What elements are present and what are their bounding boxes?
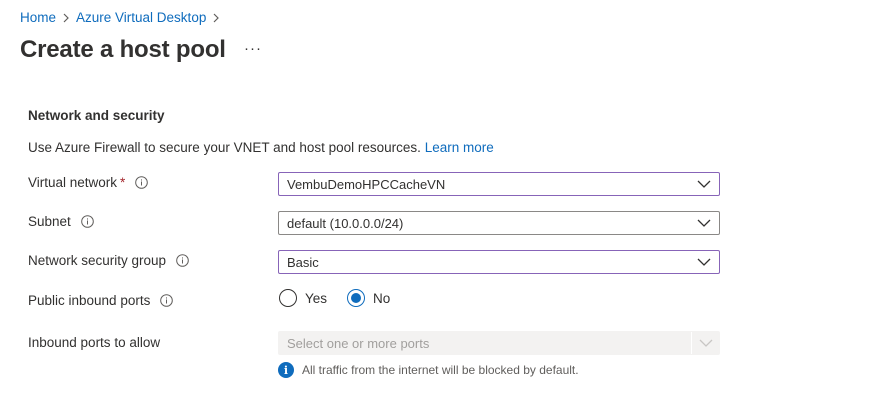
nsg-label: Network security group [28, 253, 167, 268]
info-icon[interactable] [80, 215, 94, 228]
nsg-select[interactable]: Basic [278, 250, 720, 274]
info-note: i All traffic from the internet will be … [278, 362, 579, 378]
section-title: Network and security [28, 108, 165, 123]
radio-yes[interactable]: Yes [279, 289, 327, 307]
breadcrumb: Home Azure Virtual Desktop [20, 10, 226, 25]
chevron-down-icon [697, 217, 711, 229]
subnet-label-row: Subnet [28, 214, 94, 229]
chevron-right-icon [212, 13, 220, 23]
section-description: Use Azure Firewall to secure your VNET a… [28, 140, 494, 155]
radio-yes-label: Yes [305, 290, 328, 306]
public-inbound-label: Public inbound ports [28, 293, 151, 308]
virtual-network-label: Virtual network [28, 175, 118, 190]
subnet-select[interactable]: default (10.0.0.0/24) [278, 211, 720, 235]
subnet-value: default (10.0.0.0/24) [287, 215, 404, 231]
inbound-ports-label: Inbound ports to allow [28, 335, 161, 350]
inbound-ports-label-row: Inbound ports to allow [28, 335, 160, 350]
breadcrumb-avd-link[interactable]: Azure Virtual Desktop [76, 10, 206, 25]
description-text: Use Azure Firewall to secure your VNET a… [28, 140, 421, 155]
virtual-network-select[interactable]: VembuDemoHPCCacheVN [278, 172, 720, 196]
chevron-down-icon [691, 332, 719, 354]
learn-more-link[interactable]: Learn more [425, 140, 494, 155]
breadcrumb-home-link[interactable]: Home [20, 10, 56, 25]
info-icon[interactable] [176, 254, 189, 267]
radio-no-label: No [373, 290, 391, 306]
info-icon[interactable] [135, 176, 149, 189]
public-inbound-label-row: Public inbound ports [28, 293, 174, 308]
info-icon[interactable] [160, 294, 174, 307]
radio-no[interactable]: No [347, 289, 390, 307]
inbound-ports-select[interactable]: Select one or more ports [278, 331, 720, 355]
chevron-down-icon [697, 256, 711, 268]
page-title: Create a host pool [20, 36, 226, 63]
public-inbound-radio-group: Yes No [279, 289, 410, 307]
radio-circle-checked [347, 289, 366, 307]
radio-circle [279, 289, 297, 307]
chevron-down-icon [697, 178, 711, 190]
nsg-value: Basic [287, 254, 319, 270]
info-note-text: All traffic from the internet will be bl… [302, 363, 579, 377]
subnet-label: Subnet [28, 214, 71, 229]
more-options-button[interactable]: ··· [244, 40, 262, 57]
inbound-ports-placeholder: Select one or more ports [287, 335, 430, 351]
info-filled-icon: i [278, 362, 294, 378]
nsg-label-row: Network security group [28, 253, 189, 268]
virtual-network-value: VembuDemoHPCCacheVN [287, 176, 446, 192]
virtual-network-label-row: Virtual network * [28, 175, 149, 190]
required-marker: * [120, 175, 126, 190]
chevron-right-icon [62, 13, 70, 23]
